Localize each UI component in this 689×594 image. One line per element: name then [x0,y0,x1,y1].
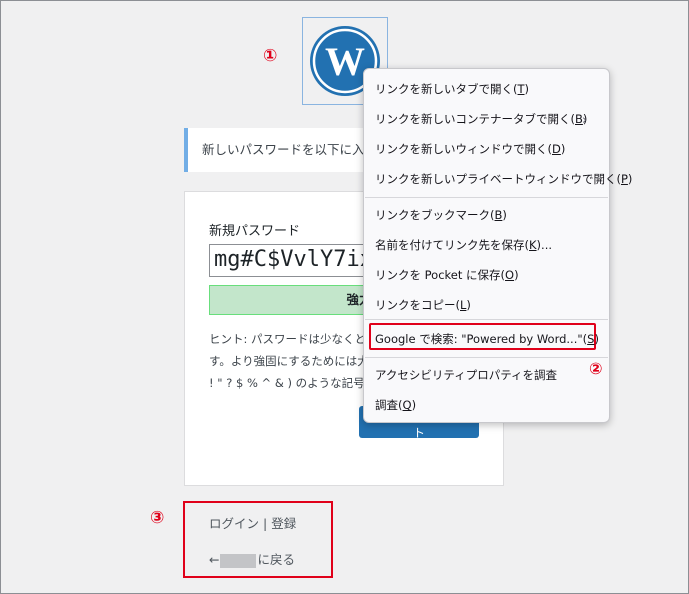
annotation-marker-3: ③ [150,508,165,528]
back-arrow-icon: ← [209,552,220,567]
menu-item-open-new-window[interactable]: リンクを新しいウィンドウで開く(D) [375,141,565,157]
menu-item-save-to-pocket[interactable]: リンクを Pocket に保存(O) [375,267,519,283]
svg-text:W: W [325,39,365,84]
context-menu: リンクを新しいタブで開く(T) リンクを新しいコンテナータブで開く(B) › リ… [363,68,632,423]
menu-item-inspect[interactable]: 調査(Q) [375,397,416,413]
chevron-right-icon: › [582,113,588,128]
menu-item-search-google[interactable]: Google で検索: "Powered by Word..."(S) [375,331,599,347]
new-password-label: 新規パスワード [209,224,301,239]
menu-item-bookmark-link[interactable]: リンクをブックマーク(B) [375,207,507,223]
login-register-links: ログイン | 登録 [209,513,296,532]
notice-text: 新しいパスワードを以下に入力し [202,142,390,157]
annotation-marker-2: ② [589,359,603,378]
link-separator: | [263,516,268,531]
redacted-site-name [220,553,257,568]
back-to-site-link[interactable]: ← に戻る [209,549,295,568]
login-link[interactable]: ログイン [209,516,259,531]
menu-item-open-private-window[interactable]: リンクを新しいプライベートウィンドウで開く(P) [375,171,632,187]
menu-separator [365,319,608,320]
menu-item-open-container-tab[interactable]: リンクを新しいコンテナータブで開く(B) [375,111,587,127]
menu-item-copy-link[interactable]: リンクをコピー(L) [375,297,471,313]
menu-item-save-link-as[interactable]: 名前を付けてリンク先を保存(K)... [375,237,552,253]
menu-item-open-new-tab[interactable]: リンクを新しいタブで開く(T) [375,81,529,97]
register-link[interactable]: 登録 [271,516,296,531]
nav-links-box: ログイン | 登録 ← に戻る [183,501,333,578]
menu-separator [365,357,608,358]
menu-item-inspect-accessibility[interactable]: アクセシビリティプロパティを調査 [375,367,557,383]
annotation-marker-1: ① [263,46,278,66]
menu-separator [365,197,608,198]
back-link-text: に戻る [257,552,295,567]
